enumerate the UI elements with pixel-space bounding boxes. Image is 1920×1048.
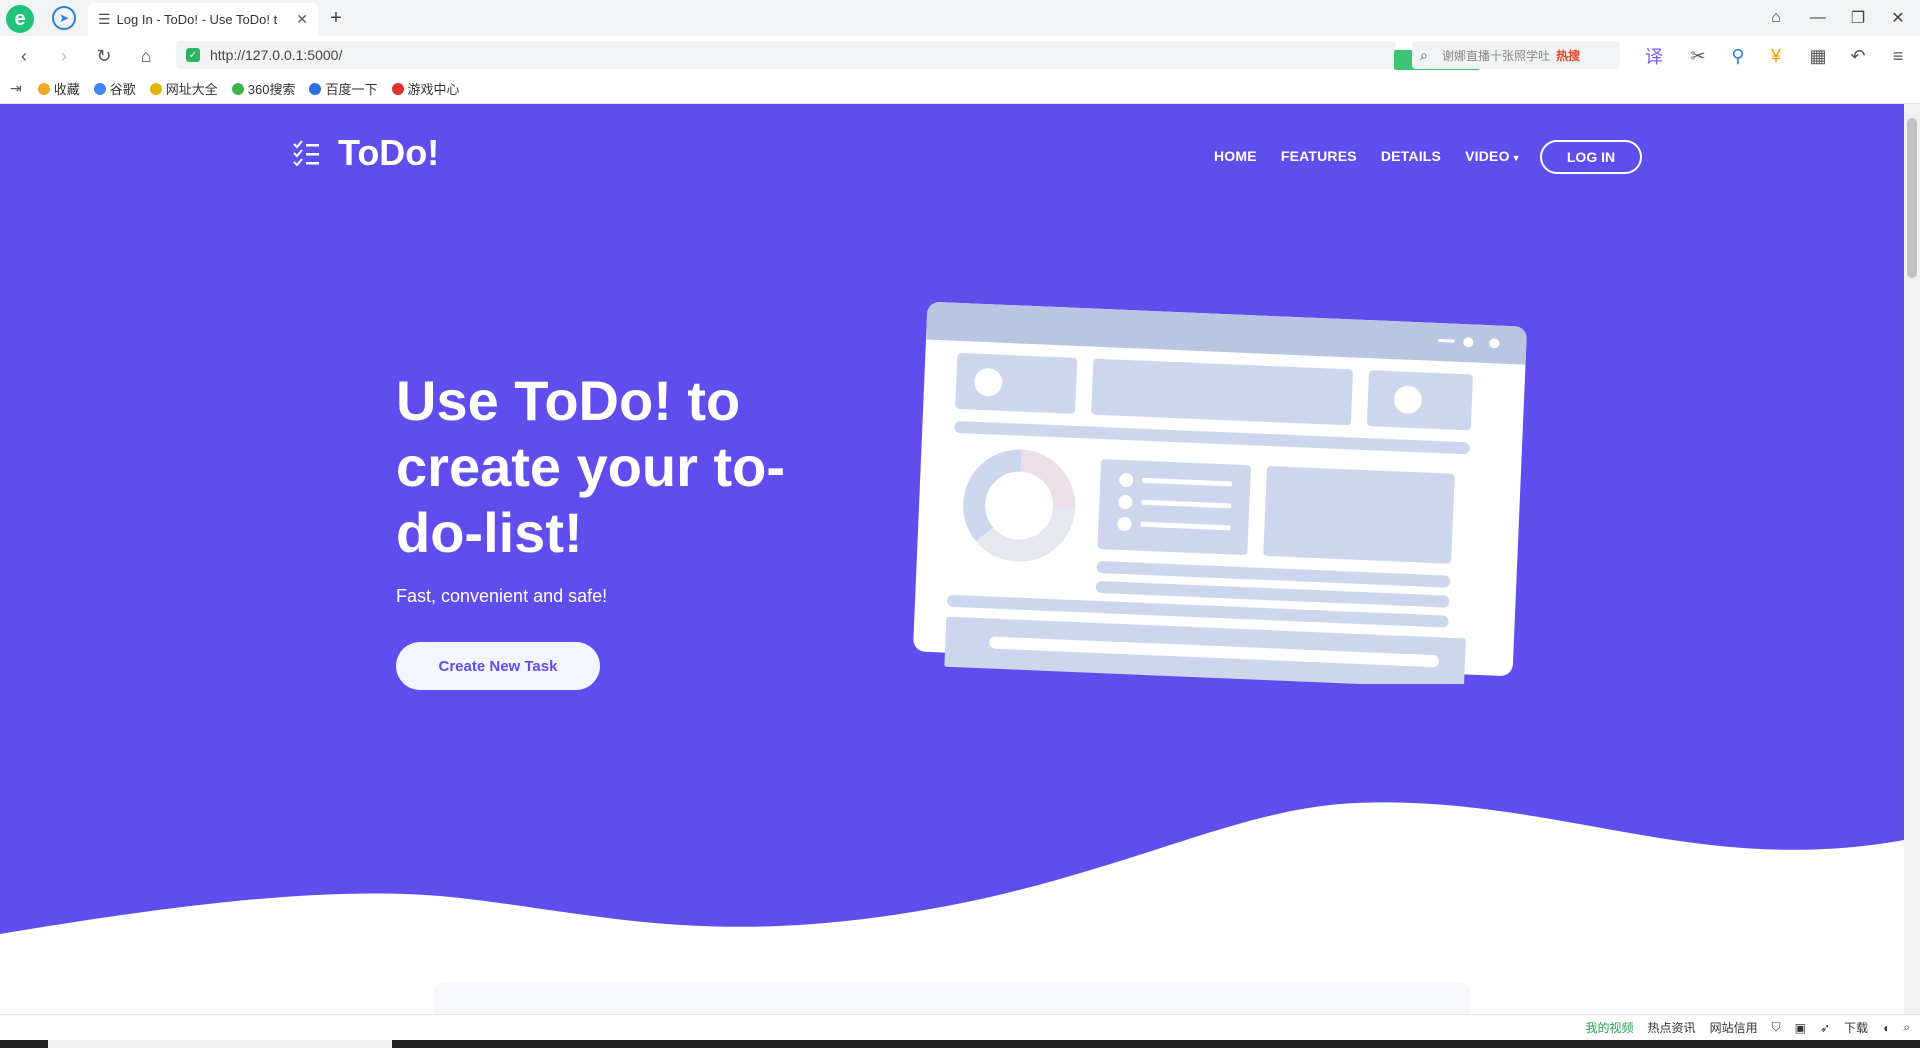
search-icon: ⌕ [1420,47,1428,63]
search-placeholder: 谢娜直播十张照学吐 [1442,48,1551,63]
hot-label: 热搜 [1556,48,1581,63]
restore-icon[interactable]: ❐ [1846,6,1870,30]
menu-icon[interactable]: ≡ [1886,44,1910,68]
bookmark-label: 百度一下 [325,82,378,97]
hero-subheading: Fast, convenient and safe! [396,586,608,606]
game-icon [391,82,404,95]
bookmark-label: 360搜索 [247,82,296,97]
address-row: ‹ › ↻ ⌂ ✓ http://127.0.0.1:5000/ 4张大图 ⌕ … [0,36,1920,74]
magnifier-icon[interactable]: ⚲ [1726,44,1750,68]
create-task-button[interactable]: Create New Task [396,642,600,690]
search-box[interactable]: ⌕ 谢娜直播十张照学吐 热搜 [1412,41,1620,69]
dashboard-illustration [913,302,1527,684]
coin-icon[interactable]: ¥ [1764,44,1788,68]
site-brand[interactable]: ToDo! [292,132,439,174]
nav-video[interactable]: VIDEO ▼ [1465,148,1521,164]
bookmark-item[interactable]: 谷歌 [93,79,136,98]
status-download[interactable]: 下载 [1844,1019,1868,1036]
page-scrollbar[interactable] [1904,104,1920,1014]
secure-shield-icon: ✓ [186,48,200,62]
bookmark-item[interactable]: 游戏中心 [391,79,460,98]
translate-icon[interactable]: 译 [1642,44,1666,68]
caret-down-icon: ▼ [1511,153,1521,163]
search-status-icon[interactable]: ⌕ [1903,1020,1910,1035]
bookmark-item[interactable]: 360搜索 [231,79,296,98]
bookmark-label: 收藏 [53,82,80,97]
browser-chrome: e ➤ ☰ Log In - ToDo! - Use ToDo! t ✕ + ⌂… [0,0,1920,104]
hero-headline: Use ToDo! to create your to-do-list! [396,369,785,564]
url-bar[interactable]: ✓ http://127.0.0.1:5000/ 4张大图 [176,41,1480,70]
status-bar: 我的视频 热点资讯 网站信用 ⛉ ▣ ➶ 下载 ◖ ⌕ [0,1014,1920,1040]
status-news[interactable]: 热点资讯 [1648,1019,1696,1036]
nav-video-label: VIDEO [1465,148,1510,164]
bookmarks-bar: ⇥ 收藏 谷歌 网址大全 360搜索 百度一下 游戏中心 [0,74,1920,104]
new-tab-icon[interactable]: + [324,6,348,30]
close-window-icon[interactable]: ✕ [1886,6,1910,30]
site-nav-icon [149,82,162,95]
status-video[interactable]: 我的视频 [1586,1019,1634,1036]
close-tab-icon[interactable]: ✕ [296,11,308,28]
tab-title: Log In - ToDo! - Use ToDo! t [116,12,278,27]
bookmark-label: 网址大全 [165,82,218,97]
main-nav: HOME FEATURES DETAILS VIDEO ▼ [1214,148,1545,164]
browser-logo-icon[interactable]: e [6,5,34,33]
star-icon [37,82,50,95]
url-text: http://127.0.0.1:5000/ [210,47,343,63]
nav-details[interactable]: DETAILS [1381,148,1441,164]
login-button[interactable]: LOG IN [1540,140,1642,174]
tab-active[interactable]: ☰ Log In - ToDo! - Use ToDo! t ✕ [88,3,318,36]
scissors-icon[interactable]: ✂ [1686,44,1710,68]
baidu-icon [309,82,322,95]
checklist-logo-icon [293,140,319,166]
reload-icon[interactable]: ↻ [92,44,116,68]
google-icon [93,82,106,95]
brand-name: ToDo! [338,132,440,173]
back-icon[interactable]: ‹ [12,44,36,68]
taskbar [0,1040,1920,1048]
home-icon[interactable]: ⌂ [134,44,158,68]
checklist-icon: ☰ [98,11,111,27]
bookmark-label: 谷歌 [109,82,136,97]
forward-icon[interactable]: › [52,44,76,68]
rocket-icon[interactable]: ➶ [1820,1021,1830,1035]
undo-icon[interactable]: ↶ [1846,44,1870,68]
navigate-icon[interactable]: ➤ [52,6,76,30]
status-credit[interactable]: 网站信用 [1710,1019,1758,1036]
bookmark-label: 游戏中心 [407,82,460,97]
taskbar-app[interactable] [48,1040,392,1048]
tab-bar: e ➤ ☰ Log In - ToDo! - Use ToDo! t ✕ + ⌂… [0,0,1920,36]
nav-home[interactable]: HOME [1214,148,1257,164]
minimize-icon[interactable]: — [1806,6,1830,30]
sidebar-toggle-icon[interactable]: ⇥ [10,80,22,97]
content-card-top [434,982,1470,1014]
nav-features[interactable]: FEATURES [1281,148,1357,164]
shirt-icon[interactable]: ⌂ [1764,6,1788,30]
web-page: ToDo! HOME FEATURES DETAILS VIDEO ▼ LOG I… [0,104,1904,1014]
hero-wave [0,802,1904,1014]
bookmark-item[interactable]: 收藏 [37,79,80,98]
bookmark-item[interactable]: 网址大全 [149,79,218,98]
volume-icon[interactable]: ◖ [1882,1021,1889,1035]
search360-icon [231,82,244,95]
scroll-thumb[interactable] [1907,118,1917,278]
apps-grid-icon[interactable]: ▦ [1806,44,1830,68]
shield-status-icon[interactable]: ⛉ [1772,1020,1781,1035]
image-status-icon[interactable]: ▣ [1795,1021,1806,1035]
bookmark-item[interactable]: 百度一下 [309,79,378,98]
